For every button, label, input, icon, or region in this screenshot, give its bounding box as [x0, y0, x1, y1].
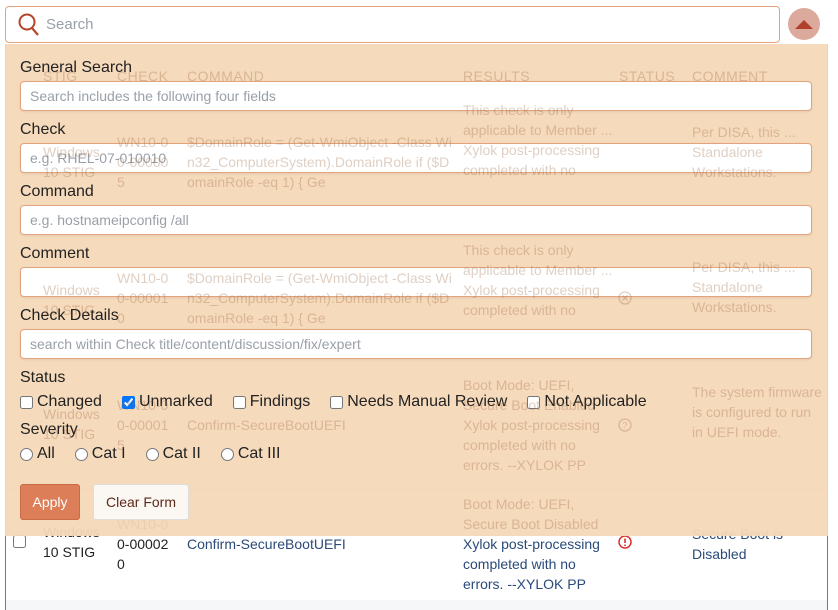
general-search-input[interactable]	[20, 81, 812, 111]
check-label: Check	[20, 121, 66, 138]
status-unmarked-checkbox[interactable]	[121, 395, 135, 409]
severity-cat-2-radio[interactable]	[145, 447, 159, 461]
severity-all-radio[interactable]	[20, 447, 33, 461]
finding-alert-icon	[618, 535, 632, 549]
results-cell: Xylok post-processing completed with no …	[463, 536, 600, 592]
status-changed[interactable]: Changed	[20, 393, 102, 411]
search-icon	[18, 13, 39, 36]
severity-cat-3[interactable]: Cat III	[220, 445, 281, 463]
severity-all[interactable]: All	[20, 445, 55, 463]
status-findings[interactable]: Findings	[232, 393, 310, 411]
status-label: Status	[20, 369, 66, 386]
command-input[interactable]	[20, 205, 812, 235]
severity-cat-1-radio[interactable]	[74, 447, 88, 461]
comment-input[interactable]	[20, 267, 812, 297]
status-needs-review[interactable]: Needs Manual Review	[330, 393, 507, 411]
status-changed-checkbox[interactable]	[20, 395, 33, 409]
command-label: Command	[20, 183, 94, 200]
caret-up-icon	[795, 19, 813, 29]
row-checkbox[interactable]	[13, 535, 26, 548]
severity-cat-2[interactable]: Cat II	[145, 445, 201, 463]
severity-cat-1[interactable]: Cat I	[74, 445, 126, 463]
severity-label: Severity	[20, 421, 78, 438]
severity-cat-3-radio[interactable]	[220, 447, 234, 461]
status-options: Changed Unmarked Findings Needs Manual R…	[20, 393, 667, 411]
general-search-label: General Search	[20, 59, 133, 76]
status-needs-review-checkbox[interactable]	[330, 395, 344, 409]
severity-options: All Cat I Cat II Cat III	[20, 445, 301, 463]
status-unmarked[interactable]: Unmarked	[121, 393, 213, 411]
status-findings-checkbox[interactable]	[232, 395, 246, 409]
apply-button[interactable]: Apply	[20, 484, 80, 520]
search-bar[interactable]	[5, 6, 780, 43]
status-not-applicable[interactable]: Not Applicable	[527, 393, 647, 411]
advanced-search-panel: General Search Check Command Comment Che…	[5, 44, 828, 536]
clear-form-button[interactable]: Clear Form	[93, 484, 189, 520]
comment-label: Comment	[20, 245, 90, 262]
check-input[interactable]	[20, 143, 812, 173]
command-cell[interactable]: Confirm-SecureBootUEFI	[187, 534, 346, 554]
status-not-applicable-checkbox[interactable]	[527, 395, 541, 409]
check-details-input[interactable]	[20, 329, 812, 359]
search-input[interactable]	[46, 16, 746, 33]
check-details-label: Check Details	[20, 307, 119, 324]
collapse-filter-button[interactable]	[788, 8, 820, 40]
